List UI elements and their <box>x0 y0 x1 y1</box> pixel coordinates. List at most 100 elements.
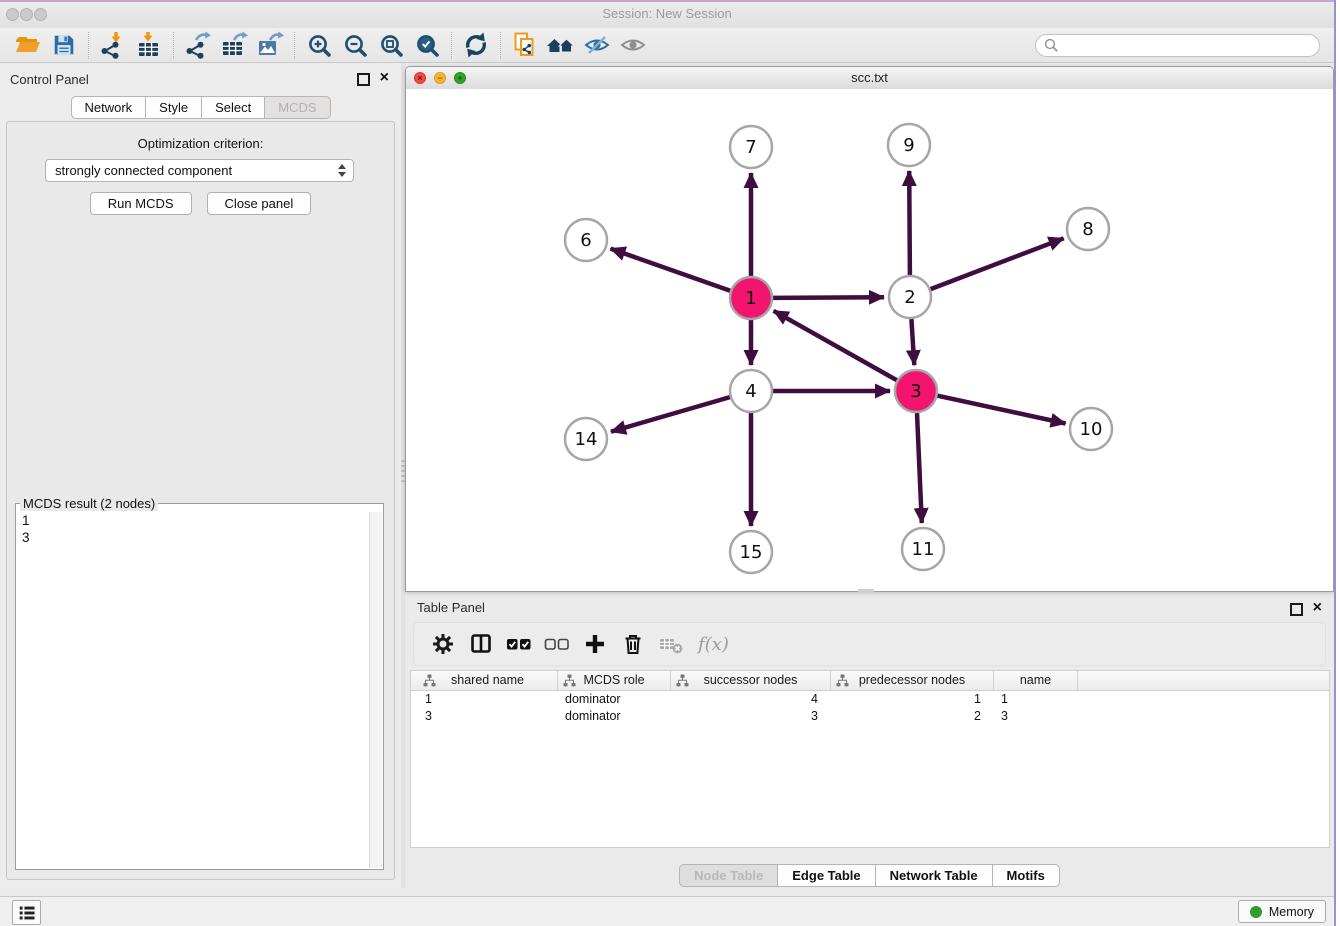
float-table-panel-icon[interactable] <box>1290 603 1303 616</box>
network-canvas[interactable]: 7968124314101511 <box>406 89 1333 591</box>
network-zoom-button[interactable]: + <box>454 72 466 84</box>
table-cell[interactable]: 4 <box>671 691 831 708</box>
tab-select[interactable]: Select <box>201 96 264 119</box>
tab-node-table[interactable]: Node Table <box>679 864 777 887</box>
export-network-button[interactable] <box>180 30 216 61</box>
eye-slash-icon <box>583 31 611 59</box>
import-table-icon <box>135 31 163 59</box>
network-close-button[interactable]: × <box>414 72 426 84</box>
close-table-panel-icon[interactable]: × <box>1313 601 1322 615</box>
tab-edge-table[interactable]: Edge Table <box>777 864 874 887</box>
table-cell[interactable]: dominator <box>558 708 671 725</box>
add-column-button[interactable] <box>582 631 608 657</box>
export-table-button[interactable] <box>216 30 252 61</box>
graph-node-label: 7 <box>745 137 756 158</box>
graph-edge[interactable] <box>611 249 731 291</box>
zoom-window-button[interactable] <box>34 8 47 21</box>
graph-node-label: 1 <box>745 288 756 309</box>
close-panel-button[interactable]: Close panel <box>207 192 312 215</box>
table-panel-title: Table Panel <box>417 600 485 615</box>
split-view-button[interactable] <box>468 631 494 657</box>
search-input[interactable] <box>1059 37 1319 54</box>
homes-icon <box>546 31 576 59</box>
import-table-button[interactable] <box>131 30 167 61</box>
tab-style[interactable]: Style <box>145 96 201 119</box>
export-network-icon <box>184 31 212 59</box>
zoom-selected-button[interactable] <box>409 30 445 61</box>
table-cell[interactable]: dominator <box>558 691 671 708</box>
graph-edge[interactable] <box>911 319 914 365</box>
graph-node-label: 3 <box>910 381 921 402</box>
network-minimize-button[interactable]: − <box>434 72 446 84</box>
table-cell[interactable]: 1 <box>418 691 558 708</box>
graph-edge[interactable] <box>773 297 884 298</box>
column-header-successor-nodes[interactable]: successor nodes <box>671 671 831 690</box>
result-scrollbar[interactable] <box>369 512 382 868</box>
criterion-dropdown[interactable]: strongly connected component <box>45 159 354 182</box>
close-panel-icon[interactable]: × <box>380 71 389 85</box>
table-cell[interactable]: 2 <box>831 708 994 725</box>
table-header-row: shared nameMCDS rolesuccessor nodes prede… <box>411 671 1329 691</box>
table-cell[interactable]: 3 <box>418 708 558 725</box>
zoom-out-button[interactable] <box>337 30 373 61</box>
show-all-button[interactable] <box>615 30 651 61</box>
zoom-in-icon <box>306 32 333 59</box>
table-cell[interactable]: 3 <box>994 708 1078 725</box>
hide-selected-button[interactable] <box>579 30 615 61</box>
delete-column-button[interactable] <box>620 631 646 657</box>
open-session-button[interactable] <box>10 30 46 61</box>
column-header-mcds-role[interactable]: MCDS role <box>558 671 671 690</box>
gear-icon <box>430 631 456 657</box>
tab-mcds[interactable]: MCDS <box>264 96 330 119</box>
select-all-columns-button[interactable] <box>506 631 532 657</box>
table-panel: Table Panel × f(x) shared nameMCDS roles… <box>405 596 1334 888</box>
delete-table-button[interactable] <box>658 631 684 657</box>
dropdown-stepper-icon <box>338 164 346 177</box>
column-header-predecessor-nodes[interactable]: predecessor nodes <box>831 671 994 690</box>
column-header-label: name <box>1020 673 1051 687</box>
table-settings-button[interactable] <box>430 631 456 657</box>
clone-network-icon <box>511 31 539 59</box>
import-network-button[interactable] <box>95 30 131 61</box>
network-window-titlebar: × − + scc.txt <box>406 67 1333 90</box>
graph-edge[interactable] <box>774 311 897 380</box>
zoom-in-button[interactable] <box>301 30 337 61</box>
column-header-shared-name[interactable]: shared name <box>418 671 558 690</box>
save-session-button[interactable] <box>46 30 82 61</box>
apply-layout-button[interactable] <box>458 30 494 61</box>
toolbar-separator <box>294 32 295 59</box>
table-cell[interactable]: 3 <box>671 708 831 725</box>
folder-icon <box>14 31 42 59</box>
memory-button[interactable]: Memory <box>1238 900 1326 923</box>
toolbar-separator <box>451 32 452 59</box>
graph-edge[interactable] <box>909 171 910 275</box>
graph-edge[interactable] <box>917 413 922 523</box>
graph-edge[interactable] <box>931 238 1064 289</box>
window-right-border <box>1334 0 1336 926</box>
tab-network[interactable]: Network <box>70 96 145 119</box>
export-image-button[interactable] <box>252 30 288 61</box>
zoom-fit-button[interactable] <box>373 30 409 61</box>
graph-node-label: 15 <box>740 542 763 563</box>
table-cell[interactable]: 1 <box>831 691 994 708</box>
deselect-all-columns-button[interactable] <box>544 631 570 657</box>
graph-node-label: 6 <box>580 230 591 251</box>
function-builder-button[interactable]: f(x) <box>696 631 729 657</box>
tab-network-table[interactable]: Network Table <box>875 864 992 887</box>
table-cell[interactable]: 1 <box>994 691 1078 708</box>
column-header-name[interactable]: name <box>994 671 1078 690</box>
run-mcds-button[interactable]: Run MCDS <box>90 192 192 215</box>
node-table: shared nameMCDS rolesuccessor nodes prede… <box>410 670 1330 848</box>
window-resize-handle[interactable] <box>858 589 874 592</box>
graph-edge[interactable] <box>611 397 730 432</box>
home-view-button[interactable] <box>543 30 579 61</box>
task-history-button[interactable] <box>12 900 41 925</box>
column-header-label: predecessor nodes <box>859 673 965 687</box>
clone-network-button[interactable] <box>507 30 543 61</box>
tab-motifs[interactable]: Motifs <box>992 864 1060 887</box>
close-window-button[interactable] <box>6 8 19 21</box>
minimize-window-button[interactable] <box>20 8 33 21</box>
graph-edge[interactable] <box>938 396 1066 424</box>
float-panel-icon[interactable] <box>357 73 370 86</box>
mcds-result-box[interactable]: MCDS result (2 nodes) 13 <box>15 496 384 870</box>
